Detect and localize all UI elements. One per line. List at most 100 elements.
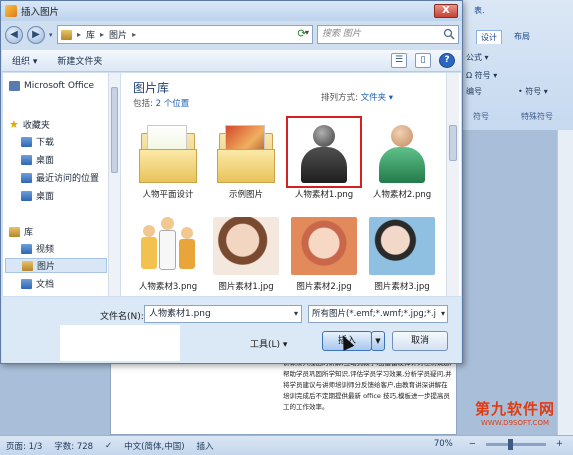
video-icon [21,243,32,254]
locations-link[interactable]: 2 个位置 [156,99,190,109]
formula-button[interactable]: 公式 ▾ [466,52,489,63]
sidebar-scrollbar[interactable] [108,73,120,296]
sidebar-item-pictures[interactable]: 图片 [5,258,107,273]
status-bar: 页面: 1/3 字数: 728 ✓ 中文(简体,中国) 插入 70% − + [0,435,573,455]
ribbon-tab-layout[interactable]: 布局 [510,30,534,44]
new-folder-button[interactable]: 新建文件夹 [47,54,112,67]
dialog-title: 插入图片 [21,7,60,18]
breadcrumb-pictures[interactable]: 图片 [109,28,127,41]
insert-dropdown-button[interactable]: ▼ [371,331,385,351]
pictures-icon [22,260,33,271]
special-symbol-button[interactable]: • 符号 ▾ [518,86,548,97]
library-includes: 包括: 2 个位置 [133,99,190,109]
folder-icon [21,136,32,147]
thumbnail-image[interactable]: 图片素材3.jpg [367,211,437,292]
folder-icon [211,119,281,185]
thumbnail-folder[interactable]: 示例图片 [211,119,281,200]
view-options-icon[interactable]: ☰ [391,53,407,68]
sidebar-item-favorites[interactable]: ★ 收藏夹 [9,118,50,131]
history-dropdown-icon[interactable]: ▾ [49,31,57,39]
address-bar[interactable]: ▸ 库 ▸ 图片 ▸ ▾ [57,25,313,44]
numbering-button[interactable]: 编号 [466,86,482,97]
status-language[interactable]: 中文(简体,中国) [118,440,190,452]
cancel-button[interactable]: 取消 [392,331,448,351]
ribbon-group-special-symbols: 特殊符号 [521,112,553,121]
library-title: 图片库 [133,81,170,95]
computer-icon [9,81,20,91]
status-words[interactable]: 字数: 728 [48,440,99,452]
breadcrumb-library[interactable]: 库 [86,28,95,41]
help-icon[interactable]: ? [439,53,455,68]
zoom-slider[interactable] [485,438,546,450]
chevron-right-icon: ▸ [100,30,105,39]
recent-icon [21,172,32,183]
file-type-select[interactable]: 所有图片(*.emf;*.wmf;*.jpg;*.j ▾ [308,305,448,323]
status-page[interactable]: 页面: 1/3 [0,440,48,452]
symbol-button[interactable]: Ω 符号 ▾ [466,70,497,81]
chevron-down-icon[interactable]: ▾ [294,306,298,322]
file-list-scrollbar[interactable] [446,73,459,296]
sidebar-item-microsoft-office[interactable]: Microsoft Office [9,81,94,91]
zoom-out-icon[interactable]: − [463,439,482,449]
thumbnail-image[interactable]: 图片素材2.jpg [289,211,359,292]
photo-icon [211,211,281,277]
photo-icon [289,211,359,277]
filename-input[interactable]: 人物素材1.png ▾ [144,305,302,323]
sidebar-item-documents[interactable]: 文档 [21,277,54,290]
ribbon-group-symbols: 符号 [473,112,489,121]
arrange-by-dropdown[interactable]: 文件夹 ▾ [361,93,393,103]
ribbon-tab-design[interactable]: 设计 [476,30,502,44]
back-button[interactable]: ◀ [5,26,23,44]
sidebar-item-desktop-2[interactable]: 桌面 [21,189,54,202]
people-icon [133,211,203,277]
dialog-footer: 文件名(N): 人物素材1.png ▾ 所有图片(*.emf;*.wmf;*.j… [2,297,461,363]
search-input[interactable]: 搜索 图片 [317,25,459,44]
library-icon [9,226,20,237]
arrange-by: 排列方式: 文件夹 ▾ [321,93,394,103]
library-icon [61,29,72,40]
thumbnail-image[interactable]: 人物素材3.png [133,211,203,292]
status-right: 70% − + [428,438,569,450]
preview-pane-icon[interactable]: ▯ [415,53,431,68]
person-icon [286,116,362,188]
thumbnail-folder[interactable]: 人物平面设计 [133,119,203,200]
refresh-icon[interactable]: ⟳ [293,27,311,42]
thumbnail-image[interactable]: 人物素材2.png [367,119,437,200]
insert-picture-dialog: 插入图片 X ◀ ▶ ▾ ▸ 库 ▸ 图片 ▸ ▾ ⟳ 搜索 图片 组织 ▾ 新… [0,0,463,364]
desktop-icon [21,154,32,165]
organize-button[interactable]: 组织 ▾ [2,54,47,67]
dialog-titlebar[interactable]: 插入图片 X [1,1,462,21]
sidebar-item-recent-places[interactable]: 最近访问的位置 [21,171,99,184]
blank-area [60,325,180,361]
close-button[interactable]: X [434,4,458,18]
sidebar-item-videos[interactable]: 视频 [21,242,54,255]
tools-button[interactable]: 工具(L) ▾ [250,337,287,350]
documents-icon [21,278,32,289]
watermark-logo: 第九软件网 WWW.D9SOFT.COM [474,400,555,427]
dialog-toolbar: 组织 ▾ 新建文件夹 ☰ ▯ ? [2,50,461,72]
search-icon[interactable] [443,28,455,40]
status-mode[interactable]: 插入 [191,440,220,452]
ribbon-tab-table[interactable]: 表. [470,4,489,18]
document-scrollbar[interactable] [557,130,573,435]
address-row: ◀ ▶ ▾ ▸ 库 ▸ 图片 ▸ ▾ ⟳ 搜索 图片 [5,23,460,47]
chevron-right-icon: ▸ [132,30,137,39]
chevron-right-icon: ▸ [77,30,82,39]
zoom-in-icon[interactable]: + [550,439,569,449]
photo-icon [367,211,437,277]
sidebar-item-desktop[interactable]: 桌面 [21,153,54,166]
thumbnail-grid: 人物平面设计 示例图片 人物素材1.png 人物素材2.png 人物素材3.pn… [133,116,453,294]
sidebar-item-downloads[interactable]: 下载 [21,135,54,148]
star-icon: ★ [9,118,19,131]
forward-button[interactable]: ▶ [27,26,45,44]
zoom-level[interactable]: 70% [428,439,459,449]
person-icon [367,119,437,185]
thumbnail-image-selected[interactable]: 人物素材1.png [286,116,362,200]
sidebar-item-libraries[interactable]: 库 [9,225,33,238]
chevron-down-icon[interactable]: ▾ [438,306,445,322]
folder-icon [133,119,203,185]
thumbnail-image[interactable]: 图片素材1.jpg [211,211,281,292]
navigation-pane: Microsoft Office ★ 收藏夹 下载 桌面 最近访问的位置 桌面 库… [3,73,120,296]
document-text[interactable]: 讲课深入浅出的讲解,互动式教学,由富富发挥计对性测试题,帮助学员巩固所学知识,评… [283,358,453,413]
proofing-icon[interactable]: ✓ [99,441,118,451]
